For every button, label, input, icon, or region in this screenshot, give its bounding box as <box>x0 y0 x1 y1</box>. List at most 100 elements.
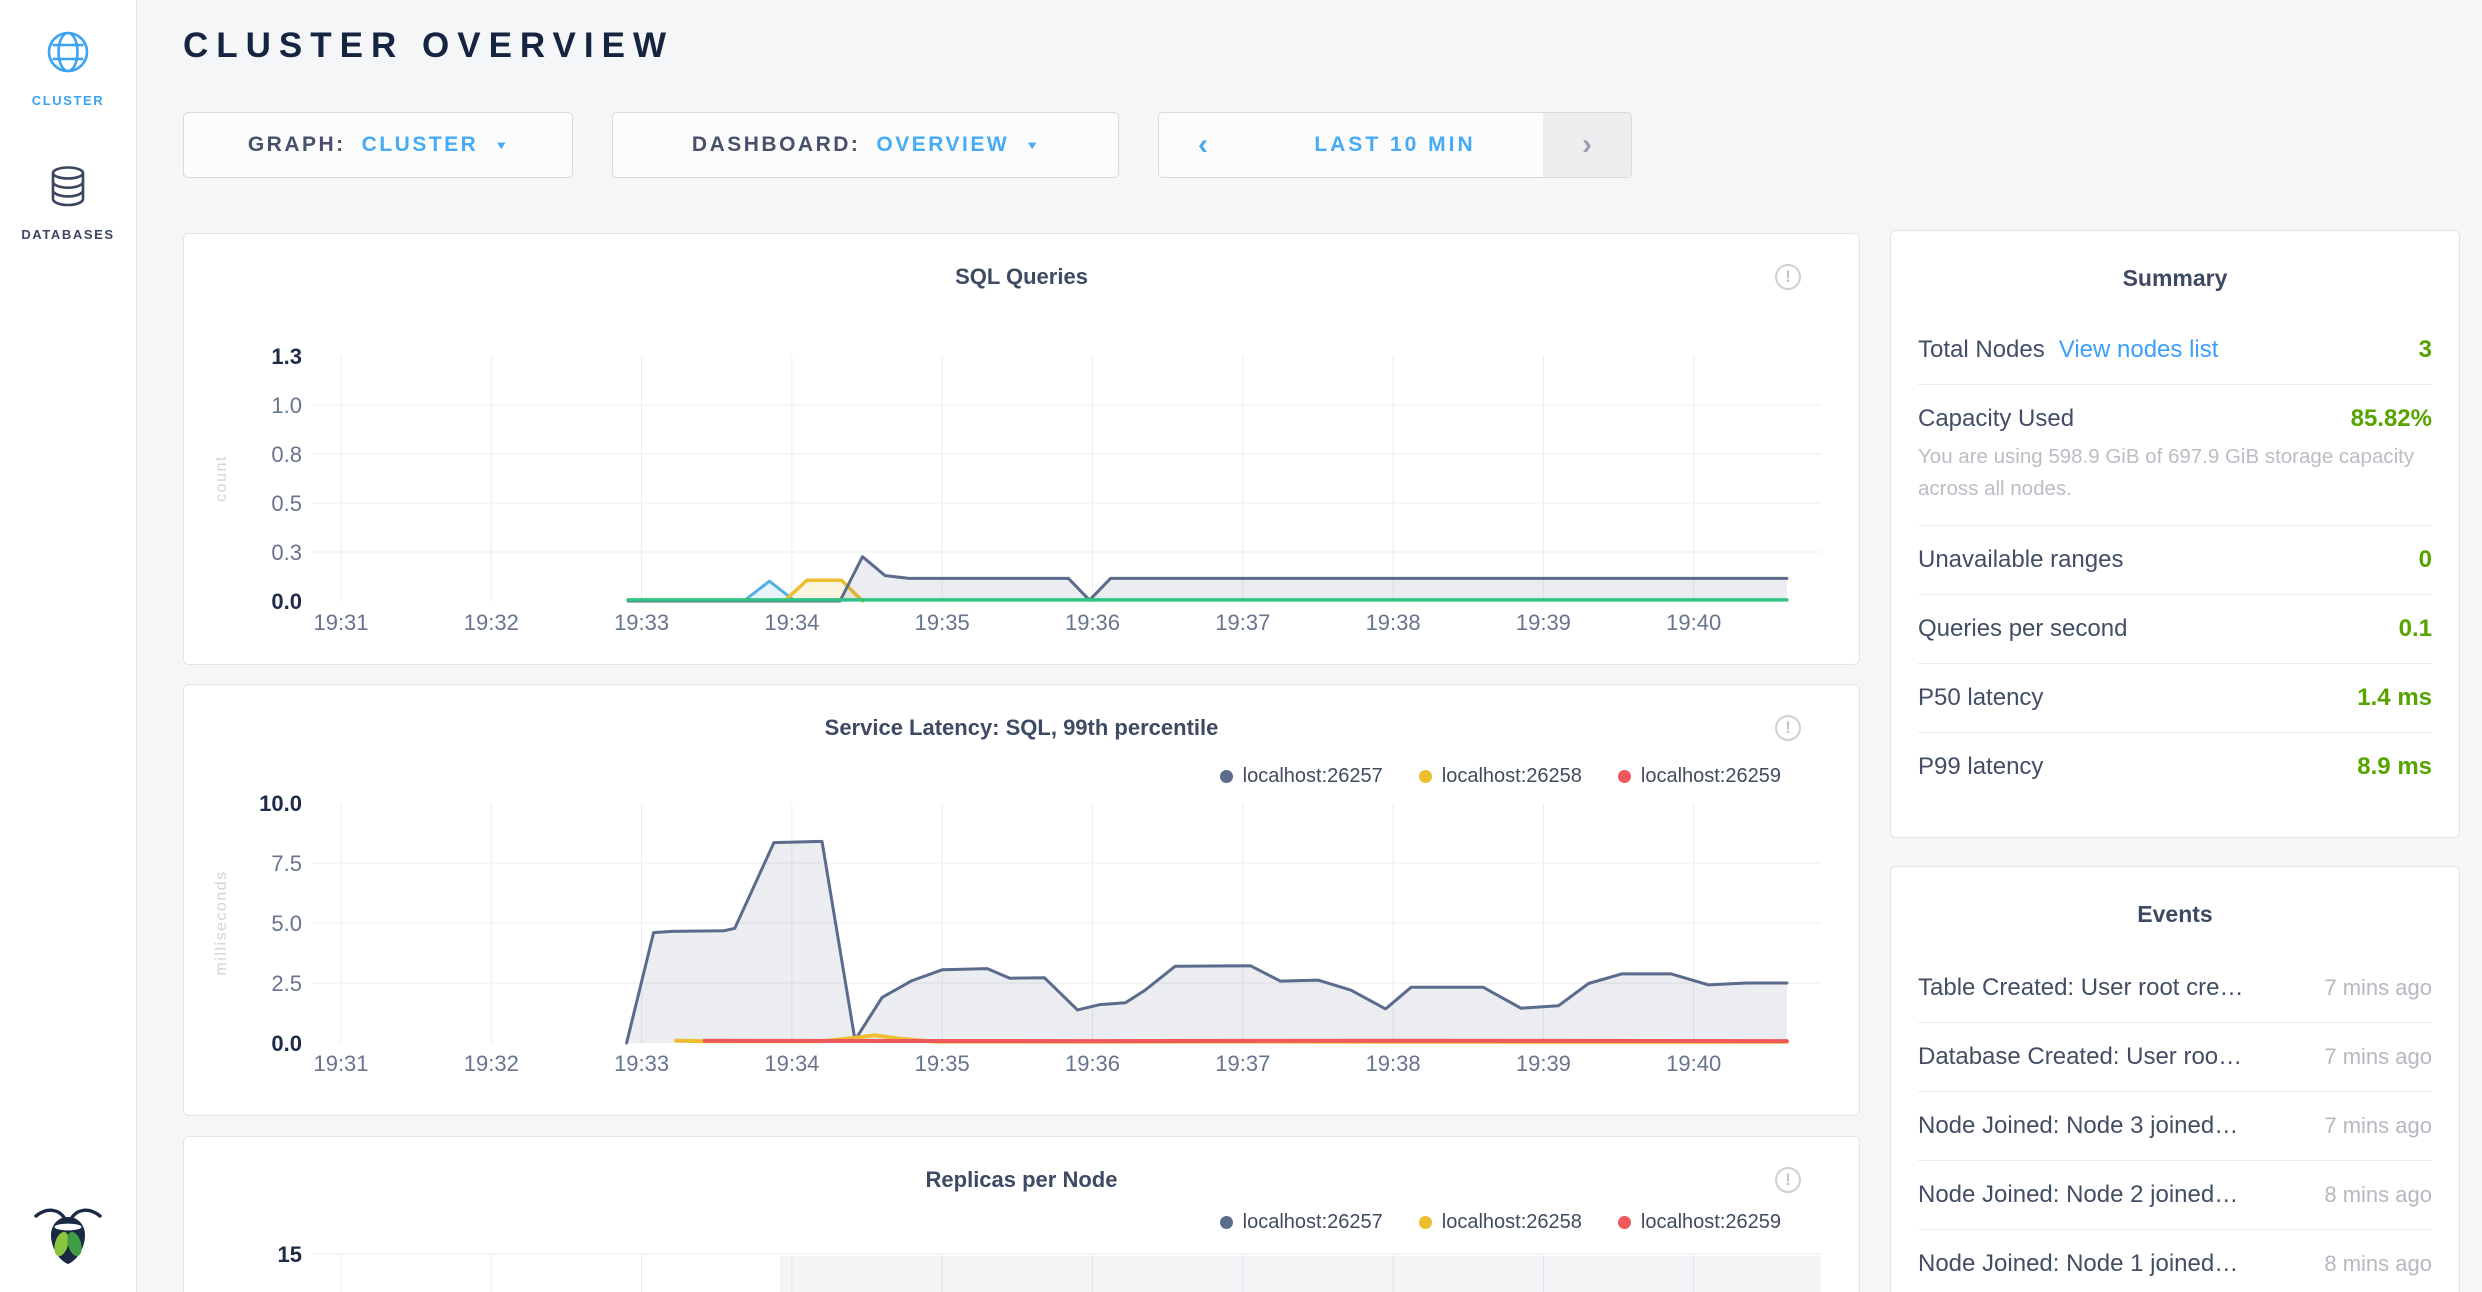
events-panel: Events Table Created: User root cre…7 mi… <box>1890 866 2460 1292</box>
summary-row-value: 3 <box>2419 336 2432 364</box>
time-next-button[interactable]: › <box>1543 113 1631 177</box>
chart-card-service-latency: Service Latency: SQL, 99th percentile ! … <box>183 684 1860 1116</box>
sidebar-item-label: CLUSTER <box>32 93 105 108</box>
cockroachdb-logo[interactable] <box>30 1199 106 1274</box>
sidebar: CLUSTER DATABASES <box>0 0 137 1292</box>
svg-text:19:39: 19:39 <box>1516 610 1571 635</box>
capacity-subtext: You are using 598.9 GiB of 697.9 GiB sto… <box>1918 441 2432 505</box>
summary-row-label: P50 latency <box>1918 684 2043 712</box>
event-row: Node Joined: Node 3 joined… 7 mins ago <box>1918 1092 2432 1161</box>
info-icon[interactable]: ! <box>1775 1167 1801 1193</box>
time-range-button[interactable]: LAST 10 MIN <box>1247 113 1543 177</box>
event-text: Database Created: User roo… <box>1918 1043 2242 1071</box>
svg-text:19:35: 19:35 <box>915 610 970 635</box>
info-icon[interactable]: ! <box>1775 715 1801 741</box>
time-prev-button[interactable]: ‹ <box>1159 113 1247 177</box>
svg-text:milliseconds: milliseconds <box>213 870 230 975</box>
event-text: Node Joined: Node 1 joined… <box>1918 1250 2238 1278</box>
svg-text:19:34: 19:34 <box>764 610 819 635</box>
event-time: 7 mins ago <box>2324 1044 2432 1070</box>
graph-dropdown-label: GRAPH: <box>248 133 346 157</box>
event-row: Node Joined: Node 2 joined… 8 mins ago <box>1918 1161 2432 1230</box>
service-latency-plot: 0.02.55.07.510.019:3119:3219:3319:3419:3… <box>184 685 1859 1115</box>
chevron-down-icon: ▼ <box>1025 139 1039 152</box>
svg-text:19:33: 19:33 <box>614 610 669 635</box>
legend-item[interactable]: localhost:26257 <box>1220 765 1383 788</box>
summary-row-value: 1.4 ms <box>2357 684 2432 712</box>
summary-row-value: 0.1 <box>2399 615 2432 643</box>
main-content: CLUSTER OVERVIEW GRAPH: CLUSTER ▼ DASHBO… <box>137 0 2482 1292</box>
page-title: CLUSTER OVERVIEW <box>183 26 674 66</box>
svg-text:19:35: 19:35 <box>915 1051 970 1076</box>
svg-text:19:31: 19:31 <box>313 610 368 635</box>
graph-dropdown[interactable]: GRAPH: CLUSTER ▼ <box>183 112 573 178</box>
legend-dot-icon <box>1220 1216 1233 1229</box>
svg-text:5.0: 5.0 <box>271 911 302 936</box>
event-time: 8 mins ago <box>2324 1251 2432 1277</box>
toolbar: GRAPH: CLUSTER ▼ DASHBOARD: OVERVIEW ▼ ‹… <box>183 112 1632 178</box>
event-time: 8 mins ago <box>2324 1182 2432 1208</box>
svg-text:19:36: 19:36 <box>1065 610 1120 635</box>
cockroach-bug-icon <box>30 1199 106 1269</box>
chart-title: Replicas per Node <box>184 1167 1859 1193</box>
legend-label: localhost:26257 <box>1243 765 1383 788</box>
summary-row-value: 85.82% <box>2351 405 2432 433</box>
legend-label: localhost:26258 <box>1442 1211 1582 1234</box>
chart-title: Service Latency: SQL, 99th percentile <box>184 715 1859 741</box>
legend-dot-icon <box>1419 1216 1432 1229</box>
svg-text:1.0: 1.0 <box>271 393 302 418</box>
legend-dot-icon <box>1419 770 1432 783</box>
globe-icon <box>44 28 92 81</box>
event-text: Node Joined: Node 2 joined… <box>1918 1181 2238 1209</box>
svg-text:19:33: 19:33 <box>614 1051 669 1076</box>
event-text: Node Joined: Node 3 joined… <box>1918 1112 2238 1140</box>
svg-text:19:40: 19:40 <box>1666 610 1721 635</box>
event-row: Table Created: User root cre…7 mins ago <box>1918 954 2432 1023</box>
summary-row: Total NodesView nodes list3 <box>1918 316 2432 385</box>
summary-row: Queries per second0.1 <box>1918 595 2432 664</box>
summary-title: Summary <box>1918 231 2432 292</box>
svg-text:19:32: 19:32 <box>464 1051 519 1076</box>
summary-row-value: 0 <box>2419 546 2432 574</box>
legend-item[interactable]: localhost:26259 <box>1618 765 1781 788</box>
summary-row-label: Capacity Used <box>1918 405 2074 433</box>
svg-text:10.0: 10.0 <box>259 791 302 816</box>
dashboard-dropdown-value: OVERVIEW <box>876 133 1009 157</box>
sidebar-item-label: DATABASES <box>21 227 114 242</box>
events-title: Events <box>1918 867 2432 928</box>
svg-text:0.0: 0.0 <box>271 589 302 614</box>
svg-text:19:37: 19:37 <box>1215 610 1270 635</box>
svg-text:0.8: 0.8 <box>271 442 302 467</box>
svg-text:0.3: 0.3 <box>271 540 302 565</box>
summary-row: Unavailable ranges 0 <box>1918 526 2432 595</box>
legend-dot-icon <box>1618 770 1631 783</box>
legend-label: localhost:26259 <box>1641 1211 1781 1234</box>
chart-legend: localhost:26257 localhost:26258 localhost:… <box>1220 765 1781 788</box>
legend-dot-icon <box>1618 1216 1631 1229</box>
summary-row: P99 latency8.9 ms <box>1918 733 2432 801</box>
dashboard-dropdown[interactable]: DASHBOARD: OVERVIEW ▼ <box>612 112 1119 178</box>
legend-item[interactable]: localhost:26258 <box>1419 1211 1582 1234</box>
event-time: 7 mins ago <box>2324 1113 2432 1139</box>
sql-queries-plot: 0.00.30.50.81.01.319:3119:3219:3319:3419… <box>184 234 1859 664</box>
summary-panel: Summary Total NodesView nodes list3Capac… <box>1890 230 2460 838</box>
side-column: Summary Total NodesView nodes list3Capac… <box>1890 230 2460 1292</box>
view-nodes-list-link[interactable]: View nodes list <box>2059 336 2219 364</box>
legend-item[interactable]: localhost:26257 <box>1220 1211 1383 1234</box>
chart-title: SQL Queries <box>184 264 1859 290</box>
dashboard-dropdown-label: DASHBOARD: <box>692 133 861 157</box>
info-icon[interactable]: ! <box>1775 264 1801 290</box>
svg-text:19:36: 19:36 <box>1065 1051 1120 1076</box>
summary-row-label: Unavailable ranges <box>1918 546 2123 574</box>
legend-item[interactable]: localhost:26258 <box>1419 765 1582 788</box>
chart-card-sql-queries: SQL Queries ! 0.00.30.50.81.01.319:3119:… <box>183 233 1860 665</box>
svg-text:19:31: 19:31 <box>313 1051 368 1076</box>
legend-item[interactable]: localhost:26259 <box>1618 1211 1781 1234</box>
sidebar-item-databases[interactable]: DATABASES <box>0 162 136 242</box>
sidebar-item-cluster[interactable]: CLUSTER <box>0 28 136 108</box>
svg-text:2.5: 2.5 <box>271 971 302 996</box>
charts-column: SQL Queries ! 0.00.30.50.81.01.319:3119:… <box>183 233 1860 1292</box>
legend-dot-icon <box>1220 770 1233 783</box>
chevron-down-icon: ▼ <box>494 139 508 152</box>
svg-text:0.5: 0.5 <box>271 491 302 516</box>
